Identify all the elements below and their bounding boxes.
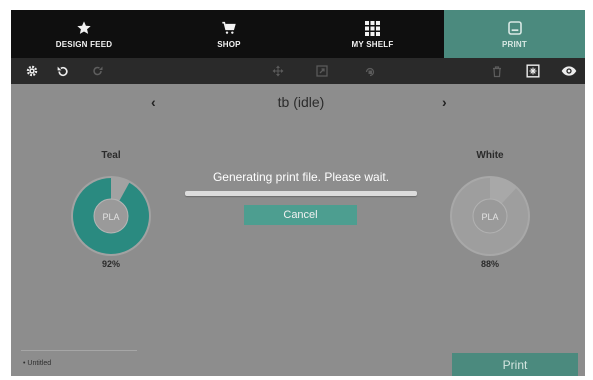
filament-spool-right: PLA xyxy=(448,174,532,258)
spool-material-right: PLA xyxy=(481,212,498,222)
print-button[interactable]: Print xyxy=(452,353,578,376)
prev-printer-arrow[interactable]: ‹ xyxy=(151,94,156,110)
delete-icon[interactable] xyxy=(488,62,506,80)
redo-icon[interactable] xyxy=(89,62,107,80)
settings-icon[interactable] xyxy=(23,62,41,80)
undo-icon[interactable] xyxy=(53,62,71,80)
tab-print[interactable]: PRINT xyxy=(444,10,585,58)
file-list-item[interactable]: • Untitled xyxy=(23,360,51,367)
tab-design-feed[interactable]: DESIGN FEED xyxy=(11,10,157,58)
printer-icon xyxy=(506,19,524,37)
tab-print-label: PRINT xyxy=(502,40,527,49)
spool-material-left: PLA xyxy=(102,212,119,222)
top-nav: DESIGN FEED SHOP MY SHELF PRINT xyxy=(11,10,585,58)
star-icon xyxy=(75,19,93,37)
tab-design-feed-label: DESIGN FEED xyxy=(55,40,113,49)
file-name: Untitled xyxy=(27,360,52,367)
spool-percent-left: 92% xyxy=(101,259,120,269)
cart-icon xyxy=(220,19,238,37)
progress-message: Generating print file. Please wait. xyxy=(212,170,390,184)
tab-shop-label: SHOP xyxy=(217,40,241,49)
tab-my-shelf[interactable]: MY SHELF xyxy=(301,10,444,58)
app-window: DESIGN FEED SHOP MY SHELF PRINT ‹ tb (id… xyxy=(11,10,585,376)
spool-name-right: White xyxy=(476,150,504,161)
spool-percent-right: 88% xyxy=(480,259,499,269)
tab-my-shelf-label: MY SHELF xyxy=(351,40,394,49)
cancel-button[interactable]: Cancel xyxy=(244,205,357,225)
next-printer-arrow[interactable]: › xyxy=(442,94,447,110)
tab-shop[interactable]: SHOP xyxy=(157,10,301,58)
spool-name-left: Teal xyxy=(101,150,121,161)
eye-icon[interactable] xyxy=(560,62,578,80)
rotate-icon[interactable] xyxy=(361,62,379,80)
fit-icon[interactable] xyxy=(524,62,542,80)
file-list-divider xyxy=(21,350,137,351)
toolbar xyxy=(11,58,585,84)
grid-icon xyxy=(364,19,382,37)
progress-bar xyxy=(185,191,417,196)
filament-spool-left: PLA xyxy=(69,174,153,258)
printer-status-title: tb (idle) xyxy=(277,94,325,110)
move-icon[interactable] xyxy=(269,62,287,80)
scale-icon[interactable] xyxy=(313,62,331,80)
